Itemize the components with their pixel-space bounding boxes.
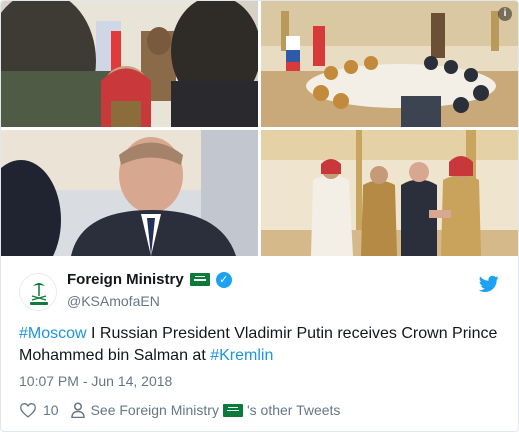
tweet-header: Foreign Ministry ✓ @KSAmofaEN [19,269,509,315]
twitter-bird-icon[interactable] [479,275,499,293]
account-handle[interactable]: @KSAmofaEN [67,293,160,309]
see-prefix: See Foreign Ministry [90,402,219,418]
like-count[interactable]: 10 [43,402,59,418]
see-suffix: 's other Tweets [246,402,341,418]
name-row[interactable]: Foreign Ministry ✓ [67,271,232,288]
photo-3[interactable] [1,130,258,256]
saudi-flag-icon [189,273,210,286]
photo-1[interactable] [1,1,258,127]
display-name[interactable]: Foreign Ministry [67,271,184,288]
timestamp[interactable]: 10:07 PM - Jun 14, 2018 [19,373,172,389]
verified-icon: ✓ [215,271,232,288]
tweet-footer: 10 See Foreign Ministry 's other Tweets [19,399,340,421]
avatar[interactable] [19,273,57,311]
hashtag-moscow[interactable]: #Moscow [19,325,87,342]
photo-2[interactable]: i [261,1,518,127]
heart-icon[interactable] [19,402,37,418]
person-icon [70,402,85,418]
saudi-flag-icon [222,403,243,417]
hashtag-kremlin[interactable]: #Kremlin [210,347,273,364]
tweet-text: #Moscow I Russian President Vladimir Put… [19,323,499,367]
media-grid[interactable]: i [1,1,518,256]
tweet-card: i Foreign Ministry ✓ @KSAmofaEN #Moscow … [0,0,519,432]
info-icon[interactable]: i [498,7,512,21]
see-other-tweets-link[interactable]: See Foreign Ministry 's other Tweets [70,402,341,418]
photo-4[interactable] [261,130,518,256]
